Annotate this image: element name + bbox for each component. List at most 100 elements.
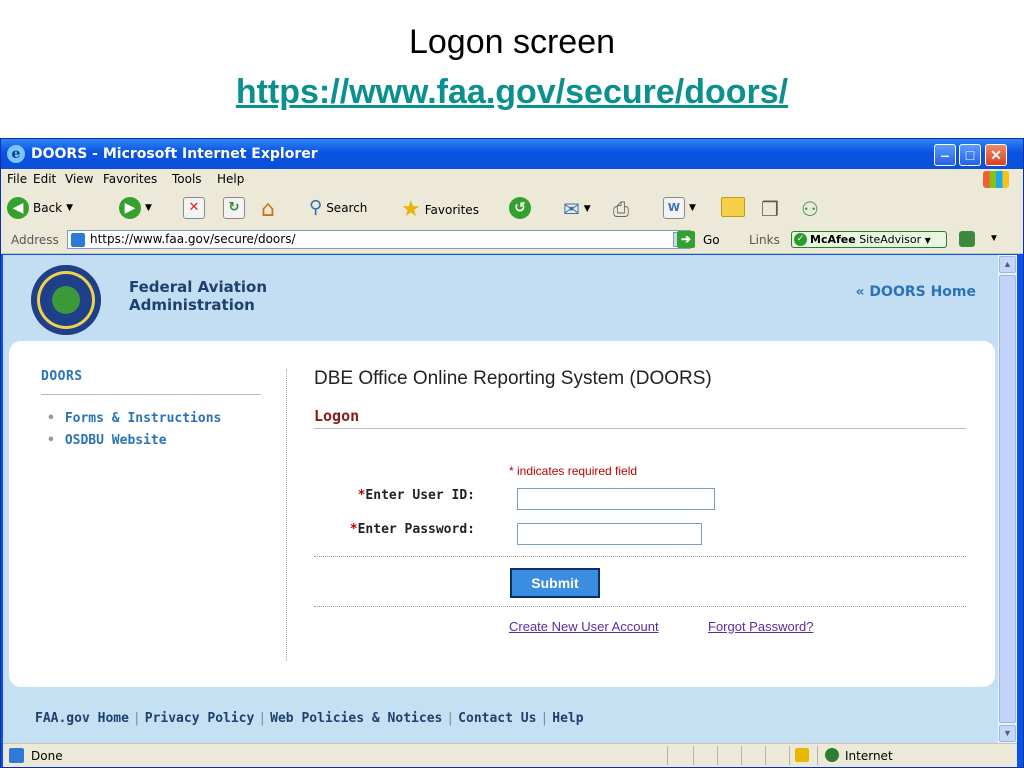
back-button[interactable]: ◀ Back ▼ [7,197,73,219]
footer-link-help[interactable]: Help [552,711,583,726]
sidebar-divider [41,394,261,395]
userid-input[interactable] [517,488,715,510]
go-button[interactable]: Go [703,233,720,247]
doors-home-link[interactable]: « DOORS Home [856,284,977,300]
scroll-up-icon[interactable]: ▲ [999,256,1016,273]
footer-link-faa-home[interactable]: FAA.gov Home [35,711,129,726]
menu-bar: File Edit View Favorites Tools Help [1,169,1023,191]
footer-separator: | [258,711,267,726]
section-divider [314,428,966,429]
minimize-button[interactable]: ‒ [934,144,956,166]
footer-links: FAA.gov Home | Privacy Policy | Web Policies… [35,711,584,726]
menu-file[interactable]: File [7,172,27,186]
favorites-button[interactable]: ★ Favorites [401,197,479,222]
security-zone: Internet [845,749,893,763]
sidebar-title: DOORS [41,369,83,384]
status-divider [741,746,742,765]
footer-link-contact[interactable]: Contact Us [458,711,536,726]
siteadvisor-button[interactable]: ✓ McAfee SiteAdvisor ▼ [791,231,947,248]
search-icon: ⚲ [309,197,323,218]
required-mark: * [349,522,358,537]
menu-help[interactable]: Help [217,172,244,186]
forgot-password-link[interactable]: Forgot Password? [708,619,814,634]
back-icon: ◀ [7,197,29,219]
status-divider [817,746,818,765]
status-divider [717,746,718,765]
chevron-down-icon[interactable]: ▼ [989,233,999,244]
favorites-label: Favorites [424,202,479,217]
print-button[interactable]: ⎙ [613,197,629,221]
sidebar-link-forms[interactable]: • Forms & Instructions [47,411,221,426]
stop-button[interactable]: ✕ [183,197,205,219]
sidebar-link-label: OSDBU Website [64,433,167,448]
address-bar: Address https://www.faa.gov/secure/doors… [1,227,1023,254]
browser-window: e DOORS - Microsoft Internet Explorer ‒ … [0,138,1024,768]
chevron-down-icon: ▼ [583,204,591,214]
slide-url-link[interactable]: https://www.faa.gov/secure/doors/ [0,70,1024,114]
footer-separator: | [446,711,455,726]
siteadvisor-suffix: SiteAdvisor [859,233,922,246]
password-label: *Enter Password: [309,522,475,537]
footer-separator: | [540,711,549,726]
userid-label: *Enter User ID: [309,488,475,503]
messenger-button[interactable]: ⚇ [801,197,819,221]
create-account-link[interactable]: Create New User Account [509,619,659,634]
menu-edit[interactable]: Edit [33,172,56,186]
mcafee-icon[interactable] [959,231,975,247]
status-divider [667,746,668,765]
status-bar: Done Internet [3,743,1017,767]
close-button[interactable]: ✕ [985,144,1007,166]
address-input[interactable]: https://www.faa.gov/secure/doors/ [67,230,691,249]
research-icon: ❒ [761,197,779,221]
history-button[interactable]: ↺ [509,197,531,219]
page-title: DBE Office Online Reporting System (DOOR… [314,368,712,389]
status-divider [789,746,790,765]
submit-button[interactable]: Submit [510,568,600,598]
home-button[interactable]: ⌂ [261,197,275,222]
favorites-star-icon: ★ [401,197,421,222]
chevron-down-icon: ▼ [689,203,696,213]
links-label[interactable]: Links [749,233,780,247]
vertical-scrollbar[interactable]: ▲ ▼ [998,255,1017,743]
chevron-down-icon: ▼ [924,236,931,245]
menu-view[interactable]: View [65,172,93,186]
lock-icon[interactable] [795,748,809,762]
page-viewport: Federal Aviation Administration « DOORS … [3,255,998,743]
home-icon: ⌂ [261,197,275,222]
edit-button[interactable]: W ▼ [663,197,696,219]
status-text: Done [31,749,63,763]
form-divider [314,556,966,557]
discuss-button[interactable] [721,197,745,217]
mail-button[interactable]: ✉ ▼ [563,197,591,221]
maximize-button[interactable]: □ [959,144,981,166]
footer-link-web-policies[interactable]: Web Policies & Notices [270,711,442,726]
status-divider [693,746,694,765]
go-arrow-icon[interactable]: ➔ [677,231,695,248]
menu-favorites[interactable]: Favorites [103,172,157,186]
back-label: Back [33,201,63,215]
chevron-down-icon: ▼ [145,203,152,213]
title-bar[interactable]: e DOORS - Microsoft Internet Explorer ‒ … [1,139,1023,169]
research-button[interactable]: ❒ [761,197,779,221]
chevron-down-icon: ▼ [66,203,74,213]
address-label: Address [11,233,59,247]
check-icon: ✓ [794,233,807,246]
window-title: DOORS - Microsoft Internet Explorer [31,146,318,162]
password-input[interactable] [517,523,702,545]
page-icon [9,748,24,763]
scroll-down-icon[interactable]: ▼ [999,725,1016,742]
logon-heading: Logon [314,407,360,425]
ie-logo-icon: e [7,145,25,163]
footer-link-privacy[interactable]: Privacy Policy [145,711,255,726]
slide-title: Logon screen [408,23,616,61]
faa-seal-icon[interactable] [31,265,101,335]
search-button[interactable]: ⚲ Search [309,197,367,218]
history-icon: ↺ [509,197,531,219]
sidebar-link-osdbu[interactable]: • OSDBU Website [47,433,167,448]
folder-icon [721,197,745,217]
refresh-button[interactable]: ↻ [223,197,245,219]
print-icon: ⎙ [613,197,629,221]
forward-button[interactable]: ▶ ▼ [119,197,152,219]
menu-tools[interactable]: Tools [172,172,202,186]
scroll-thumb[interactable] [999,275,1016,723]
